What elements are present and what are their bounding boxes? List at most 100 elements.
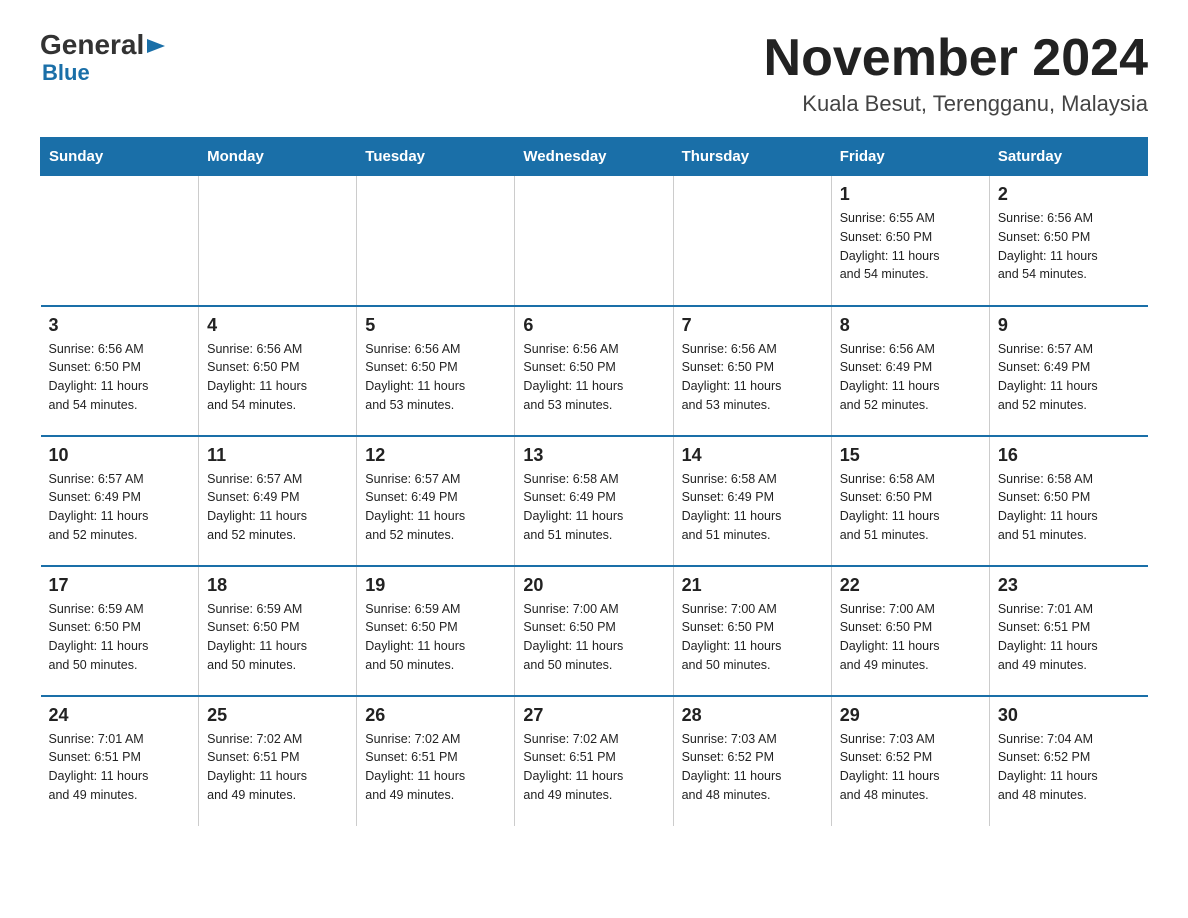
day-number: 24	[49, 705, 191, 726]
calendar-cell: 2 Sunrise: 6:56 AM Sunset: 6:50 PM Daylig…	[989, 176, 1147, 306]
calendar-cell: 13 Sunrise: 6:58 AM Sunset: 6:49 PM Dayli…	[515, 436, 673, 566]
day-number: 9	[998, 315, 1140, 336]
day-number: 30	[998, 705, 1140, 726]
day-info: Sunrise: 6:56 AM Sunset: 6:50 PM Dayligh…	[998, 209, 1140, 284]
day-number: 28	[682, 705, 823, 726]
day-number: 23	[998, 575, 1140, 596]
day-info: Sunrise: 6:58 AM Sunset: 6:50 PM Dayligh…	[840, 470, 981, 545]
logo-blue-text: Blue	[42, 61, 165, 85]
header-monday: Monday	[199, 138, 357, 176]
day-info: Sunrise: 7:02 AM Sunset: 6:51 PM Dayligh…	[523, 730, 664, 805]
header-saturday: Saturday	[989, 138, 1147, 176]
location-title: Kuala Besut, Terengganu, Malaysia	[764, 91, 1148, 117]
calendar-cell: 11 Sunrise: 6:57 AM Sunset: 6:49 PM Dayli…	[199, 436, 357, 566]
page-header: General Blue November 2024 Kuala Besut, …	[40, 30, 1148, 117]
day-info: Sunrise: 6:56 AM Sunset: 6:50 PM Dayligh…	[365, 340, 506, 415]
day-number: 8	[840, 315, 981, 336]
header-thursday: Thursday	[673, 138, 831, 176]
day-info: Sunrise: 6:57 AM Sunset: 6:49 PM Dayligh…	[49, 470, 191, 545]
day-info: Sunrise: 6:58 AM Sunset: 6:49 PM Dayligh…	[523, 470, 664, 545]
calendar-cell: 27 Sunrise: 7:02 AM Sunset: 6:51 PM Dayli…	[515, 696, 673, 826]
day-info: Sunrise: 6:56 AM Sunset: 6:50 PM Dayligh…	[523, 340, 664, 415]
calendar-cell: 1 Sunrise: 6:55 AM Sunset: 6:50 PM Daylig…	[831, 176, 989, 306]
calendar-cell: 26 Sunrise: 7:02 AM Sunset: 6:51 PM Dayli…	[357, 696, 515, 826]
calendar-cell: 16Sunrise: 6:58 AM Sunset: 6:50 PM Dayli…	[989, 436, 1147, 566]
day-info: Sunrise: 6:58 AM Sunset: 6:49 PM Dayligh…	[682, 470, 823, 545]
calendar-cell: 14Sunrise: 6:58 AM Sunset: 6:49 PM Dayli…	[673, 436, 831, 566]
day-number: 11	[207, 445, 348, 466]
day-info: Sunrise: 6:55 AM Sunset: 6:50 PM Dayligh…	[840, 209, 981, 284]
day-number: 29	[840, 705, 981, 726]
day-info: Sunrise: 7:03 AM Sunset: 6:52 PM Dayligh…	[682, 730, 823, 805]
day-info: Sunrise: 7:00 AM Sunset: 6:50 PM Dayligh…	[682, 600, 823, 675]
calendar-cell: 6Sunrise: 6:56 AM Sunset: 6:50 PM Daylig…	[515, 306, 673, 436]
header-wednesday: Wednesday	[515, 138, 673, 176]
calendar-cell: 25 Sunrise: 7:02 AM Sunset: 6:51 PM Dayli…	[199, 696, 357, 826]
calendar-cell: 30 Sunrise: 7:04 AM Sunset: 6:52 PM Dayli…	[989, 696, 1147, 826]
day-info: Sunrise: 7:03 AM Sunset: 6:52 PM Dayligh…	[840, 730, 981, 805]
day-number: 5	[365, 315, 506, 336]
day-info: Sunrise: 7:04 AM Sunset: 6:52 PM Dayligh…	[998, 730, 1140, 805]
calendar-cell	[199, 176, 357, 306]
calendar-cell	[357, 176, 515, 306]
calendar-cell: 21 Sunrise: 7:00 AM Sunset: 6:50 PM Dayli…	[673, 566, 831, 696]
day-number: 25	[207, 705, 348, 726]
day-info: Sunrise: 6:59 AM Sunset: 6:50 PM Dayligh…	[365, 600, 506, 675]
calendar-cell: 8 Sunrise: 6:56 AM Sunset: 6:49 PM Daylig…	[831, 306, 989, 436]
calendar-cell: 9 Sunrise: 6:57 AM Sunset: 6:49 PM Daylig…	[989, 306, 1147, 436]
title-section: November 2024 Kuala Besut, Terengganu, M…	[764, 30, 1148, 117]
calendar-cell: 19 Sunrise: 6:59 AM Sunset: 6:50 PM Dayli…	[357, 566, 515, 696]
day-number: 3	[49, 315, 191, 336]
day-info: Sunrise: 6:57 AM Sunset: 6:49 PM Dayligh…	[207, 470, 348, 545]
day-number: 15	[840, 445, 981, 466]
calendar-cell: 10 Sunrise: 6:57 AM Sunset: 6:49 PM Dayli…	[41, 436, 199, 566]
day-info: Sunrise: 6:56 AM Sunset: 6:49 PM Dayligh…	[840, 340, 981, 415]
calendar-week-row: 17 Sunrise: 6:59 AM Sunset: 6:50 PM Dayli…	[41, 566, 1148, 696]
day-number: 26	[365, 705, 506, 726]
calendar-week-row: 24Sunrise: 7:01 AM Sunset: 6:51 PM Dayli…	[41, 696, 1148, 826]
calendar-cell: 18Sunrise: 6:59 AM Sunset: 6:50 PM Dayli…	[199, 566, 357, 696]
day-number: 18	[207, 575, 348, 596]
calendar-cell: 23Sunrise: 7:01 AM Sunset: 6:51 PM Dayli…	[989, 566, 1147, 696]
day-number: 13	[523, 445, 664, 466]
day-number: 22	[840, 575, 981, 596]
day-number: 27	[523, 705, 664, 726]
calendar-cell	[515, 176, 673, 306]
day-info: Sunrise: 6:56 AM Sunset: 6:50 PM Dayligh…	[207, 340, 348, 415]
month-title: November 2024	[764, 30, 1148, 87]
calendar-table: SundayMondayTuesdayWednesdayThursdayFrid…	[40, 137, 1148, 826]
calendar-header-row: SundayMondayTuesdayWednesdayThursdayFrid…	[41, 138, 1148, 176]
day-number: 10	[49, 445, 191, 466]
calendar-cell	[41, 176, 199, 306]
day-number: 19	[365, 575, 506, 596]
calendar-cell: 4 Sunrise: 6:56 AM Sunset: 6:50 PM Daylig…	[199, 306, 357, 436]
calendar-cell: 15 Sunrise: 6:58 AM Sunset: 6:50 PM Dayli…	[831, 436, 989, 566]
calendar-cell	[673, 176, 831, 306]
day-info: Sunrise: 7:02 AM Sunset: 6:51 PM Dayligh…	[207, 730, 348, 805]
calendar-cell: 17 Sunrise: 6:59 AM Sunset: 6:50 PM Dayli…	[41, 566, 199, 696]
calendar-week-row: 3 Sunrise: 6:56 AM Sunset: 6:50 PM Daylig…	[41, 306, 1148, 436]
header-sunday: Sunday	[41, 138, 199, 176]
header-friday: Friday	[831, 138, 989, 176]
logo: General Blue	[40, 30, 165, 85]
day-info: Sunrise: 7:02 AM Sunset: 6:51 PM Dayligh…	[365, 730, 506, 805]
day-info: Sunrise: 6:56 AM Sunset: 6:50 PM Dayligh…	[682, 340, 823, 415]
logo-arrow-icon	[147, 37, 165, 60]
calendar-cell: 29 Sunrise: 7:03 AM Sunset: 6:52 PM Dayli…	[831, 696, 989, 826]
calendar-cell: 28 Sunrise: 7:03 AM Sunset: 6:52 PM Dayli…	[673, 696, 831, 826]
day-number: 2	[998, 184, 1140, 205]
calendar-cell: 7Sunrise: 6:56 AM Sunset: 6:50 PM Daylig…	[673, 306, 831, 436]
header-tuesday: Tuesday	[357, 138, 515, 176]
calendar-week-row: 10 Sunrise: 6:57 AM Sunset: 6:49 PM Dayli…	[41, 436, 1148, 566]
calendar-cell: 24Sunrise: 7:01 AM Sunset: 6:51 PM Dayli…	[41, 696, 199, 826]
day-number: 17	[49, 575, 191, 596]
day-number: 21	[682, 575, 823, 596]
day-info: Sunrise: 6:57 AM Sunset: 6:49 PM Dayligh…	[998, 340, 1140, 415]
day-info: Sunrise: 6:59 AM Sunset: 6:50 PM Dayligh…	[49, 600, 191, 675]
day-info: Sunrise: 6:56 AM Sunset: 6:50 PM Dayligh…	[49, 340, 191, 415]
day-number: 1	[840, 184, 981, 205]
logo-general-text: General	[40, 30, 144, 61]
day-info: Sunrise: 6:57 AM Sunset: 6:49 PM Dayligh…	[365, 470, 506, 545]
day-number: 4	[207, 315, 348, 336]
calendar-week-row: 1 Sunrise: 6:55 AM Sunset: 6:50 PM Daylig…	[41, 176, 1148, 306]
